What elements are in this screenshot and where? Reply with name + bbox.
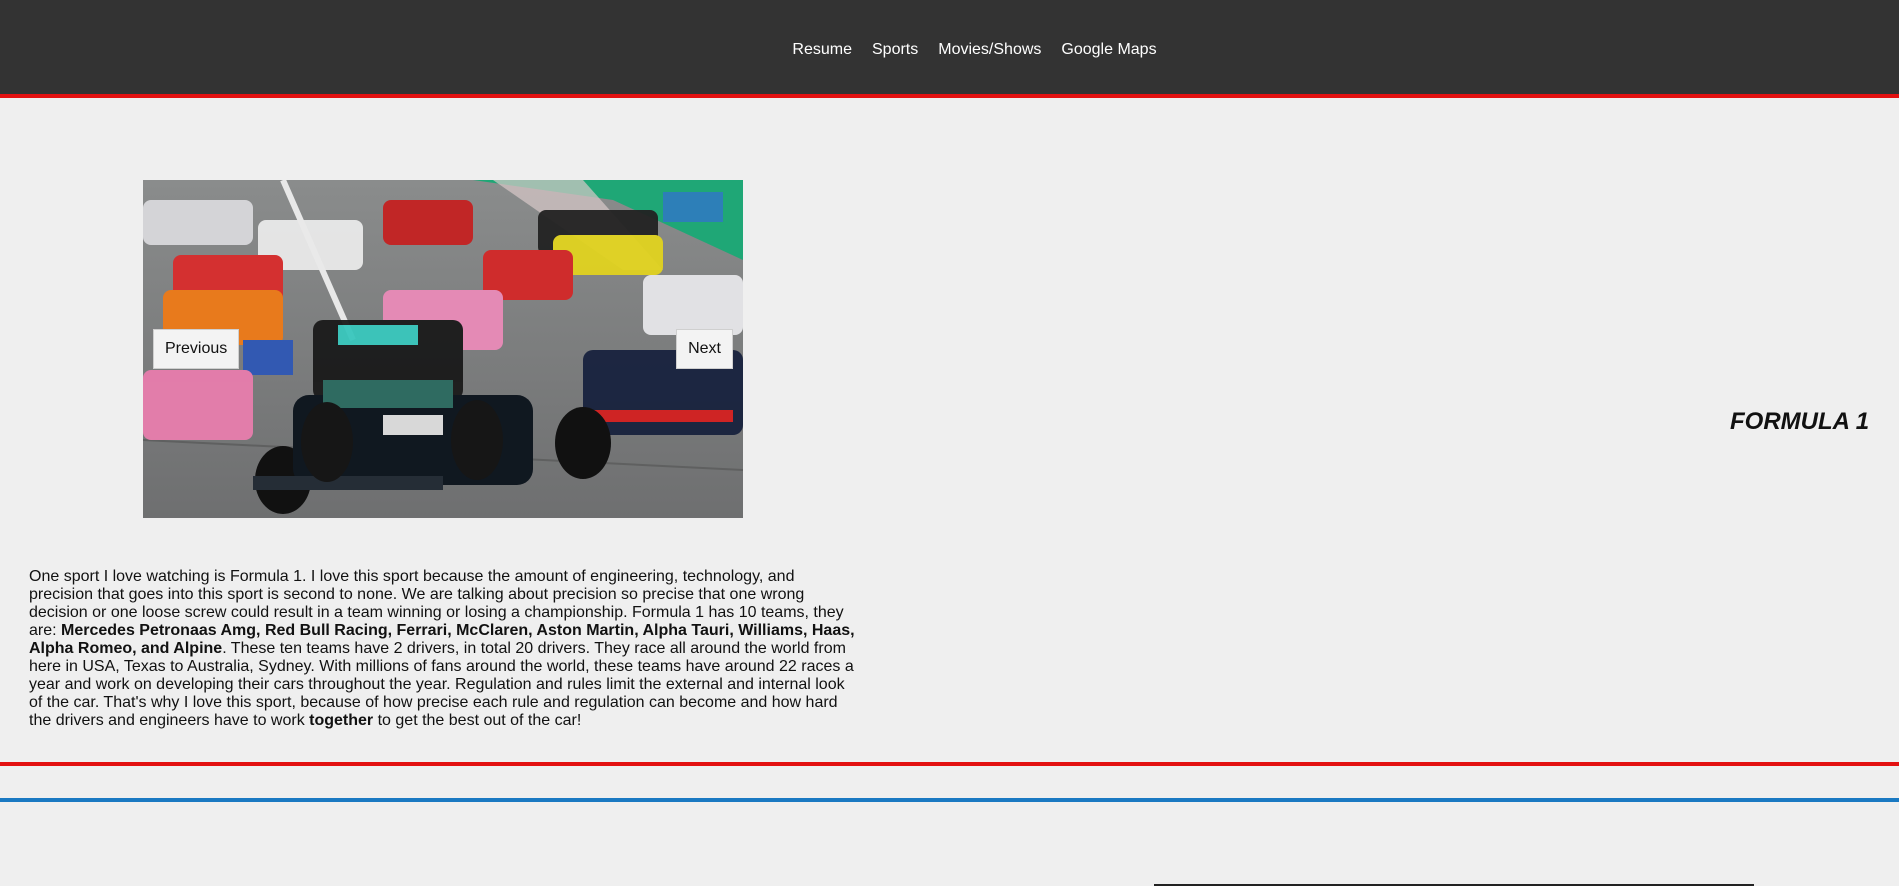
section-divider-blue [0, 798, 1899, 802]
nav-link-resume[interactable]: Resume [792, 41, 852, 59]
formula1-slideshow: Previous Next [143, 180, 743, 518]
next-button[interactable]: Next [676, 329, 733, 369]
formula1-description: One sport I love watching is Formula 1. … [29, 568, 861, 730]
previous-button[interactable]: Previous [153, 329, 240, 369]
nav-link-movies-shows[interactable]: Movies/Shows [938, 41, 1041, 59]
nav-links: Resume Sports Movies/Shows Google Maps [0, 41, 1899, 59]
nav-link-google-maps[interactable]: Google Maps [1061, 41, 1156, 59]
description-text-part-3: to get the best out of the car! [373, 712, 582, 729]
nav-link-sports[interactable]: Sports [872, 41, 918, 59]
together-emphasis: together [309, 712, 374, 729]
top-navigation-bar: Resume Sports Movies/Shows Google Maps [0, 0, 1899, 98]
section-title: FORMULA 1 [1730, 408, 1870, 435]
section-divider-red [0, 762, 1899, 766]
